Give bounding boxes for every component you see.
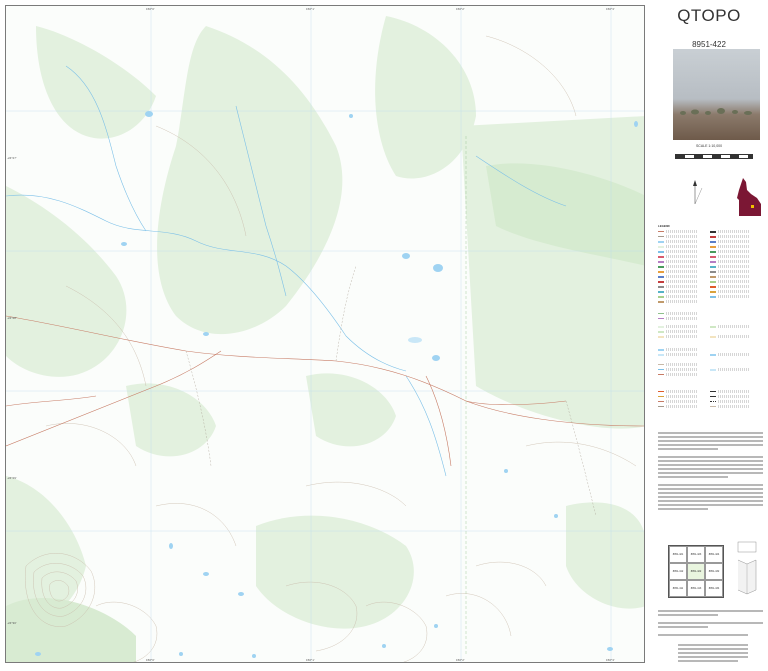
north-arrow-icon: [693, 180, 703, 205]
grid-tick-top: 150°3': [606, 7, 615, 11]
grid-tick-left: -24°30': [7, 621, 17, 625]
grid-tick-bottom: 150°0': [146, 658, 155, 662]
grid-tick-bottom: 150°2': [456, 658, 465, 662]
grid-tick-top: 150°0': [146, 7, 155, 11]
grid-tick-bottom: 150°3': [606, 658, 615, 662]
index-cell: 8951-421: [669, 546, 687, 563]
grid-tick-top: 150°1': [306, 7, 315, 11]
grid-tick-left: -24°29': [7, 476, 17, 480]
fold-diagram-icon: [737, 541, 757, 595]
grid-tick-bottom: 150°1': [306, 658, 315, 662]
queensland-locator-map: [737, 178, 761, 216]
index-cell: 8951-424: [705, 546, 723, 563]
scale-text: SCALE 1:10,000: [695, 144, 723, 148]
index-cell: 8951-434: [705, 580, 723, 597]
index-cell-current: 8951-422: [687, 563, 705, 580]
scale-bar: [675, 154, 753, 159]
legend-heading: LEGEND: [658, 224, 670, 228]
disclaimer-text-block: [658, 432, 763, 532]
cover-photo: [673, 49, 760, 140]
index-cell: 8951-423: [687, 546, 705, 563]
topographic-map[interactable]: [6, 6, 645, 663]
index-cell: 8951-411: [669, 580, 687, 597]
grid-tick-left: -24°27': [7, 156, 17, 160]
map-title: QTOPO: [677, 6, 741, 25]
sheet-number: 8951-422: [692, 40, 726, 49]
grid-tick-left: -24°28': [7, 316, 17, 320]
map-frame[interactable]: 150°0' 150°1' 150°2' 150°3' 150°0' 150°1…: [5, 5, 645, 663]
vegetation-areas: [6, 16, 644, 662]
adjoining-sheets-index: 8951-421 8951-423 8951-424 8951-412 8951…: [668, 545, 724, 598]
index-cell: 8951-412: [669, 563, 687, 580]
index-cell: 8951-432: [705, 563, 723, 580]
index-cell: 8951-413: [687, 580, 705, 597]
map-info-panel: QTOPO 8951-422 SCALE 1:10,000 LEGEND 895…: [650, 0, 768, 671]
grid-tick-top: 150°2': [456, 7, 465, 11]
